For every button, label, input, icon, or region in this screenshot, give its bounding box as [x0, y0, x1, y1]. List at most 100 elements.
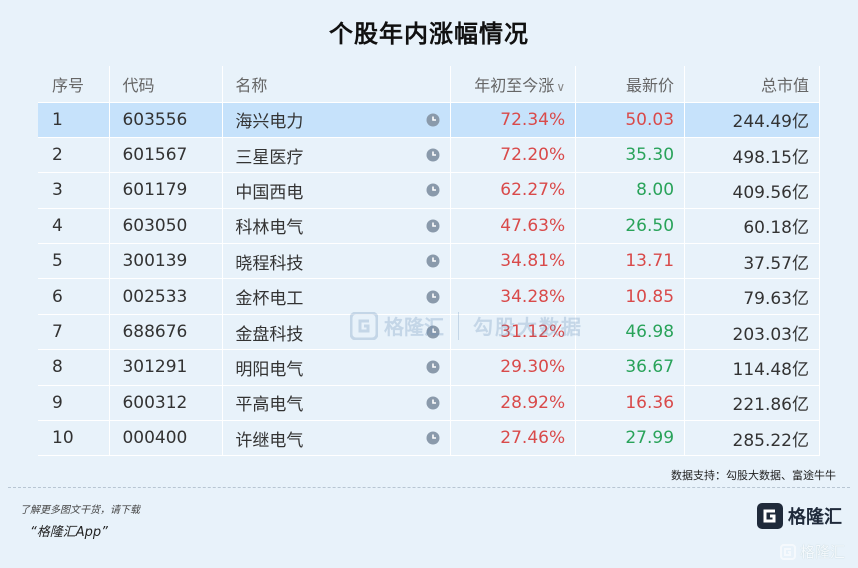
clock-icon[interactable]: [426, 148, 440, 162]
table-row[interactable]: 1 603556 海兴电力 72.34% 50.03 244.49亿: [38, 102, 820, 138]
cell-index: 5: [38, 243, 111, 280]
cell-code: 301291: [109, 349, 224, 386]
cell-change: 72.20%: [450, 137, 577, 174]
cell-market-cap: 244.49亿: [684, 102, 820, 138]
g-logo-icon: [757, 503, 783, 529]
cell-price: 16.36: [575, 385, 686, 422]
header-price[interactable]: 最新价: [575, 66, 686, 103]
stock-name: 中国西电: [235, 182, 304, 203]
cell-index: 8: [38, 349, 111, 386]
promo-line-1: 了解更多图文干货，请下载: [20, 505, 140, 516]
cell-price: 8.00: [575, 172, 686, 209]
cell-market-cap: 114.48亿: [684, 349, 820, 386]
clock-icon[interactable]: [426, 396, 440, 410]
watermark-corner: 格隆汇: [780, 541, 845, 562]
stock-name: 科林电气: [235, 218, 304, 239]
table-row[interactable]: 8 301291 明阳电气 29.30% 36.67 114.48亿: [38, 349, 820, 386]
cell-price: 27.99: [575, 420, 686, 457]
stock-name: 金盘科技: [235, 324, 304, 345]
cell-market-cap: 409.56亿: [684, 172, 820, 209]
table-row[interactable]: 7 688676 金盘科技 31.12% 46.98 203.03亿: [38, 314, 820, 351]
cell-market-cap: 285.22亿: [684, 420, 820, 457]
cell-market-cap: 79.63亿: [684, 278, 820, 315]
cell-name: 晓程科技: [222, 243, 452, 280]
cell-market-cap: 60.18亿: [684, 208, 820, 245]
cell-price: 46.98: [575, 314, 686, 351]
cell-index: 7: [38, 314, 111, 351]
table-row[interactable]: 9 600312 平高电气 28.92% 16.36 221.86亿: [38, 385, 820, 422]
stock-name: 海兴电力: [235, 112, 304, 133]
cell-change: 47.63%: [450, 208, 577, 245]
cell-name: 金杯电工: [222, 278, 452, 315]
cell-change: 29.30%: [450, 349, 577, 386]
cell-index: 6: [38, 278, 111, 315]
cell-name: 明阳电气: [222, 349, 452, 386]
cell-index: 3: [38, 172, 111, 209]
cell-price: 36.67: [575, 349, 686, 386]
clock-icon[interactable]: [426, 219, 440, 233]
table-row[interactable]: 4 603050 科林电气 47.63% 26.50 60.18亿: [38, 208, 820, 245]
stock-table: 序号 代码 名称 年初至今涨 ∨ 最新价 总市值 1 603556 海兴电力 72.34…: [38, 66, 820, 457]
cell-name: 科林电气: [222, 208, 452, 245]
table-row[interactable]: 5 300139 晓程科技 34.81% 13.71 37.57亿: [38, 243, 820, 280]
cell-price: 13.71: [575, 243, 686, 280]
cell-code: 601179: [109, 172, 224, 209]
g-logo-icon: [780, 543, 796, 560]
table-header-row: 序号 代码 名称 年初至今涨 ∨ 最新价 总市值: [38, 66, 820, 103]
data-source-note: 数据支持：勾股大数据、富途牛牛: [671, 469, 836, 482]
cell-change: 27.46%: [450, 420, 577, 457]
cell-code: 688676: [109, 314, 224, 351]
cell-name: 平高电气: [222, 385, 452, 422]
clock-icon[interactable]: [426, 113, 440, 127]
stock-name: 晓程科技: [235, 253, 304, 274]
stock-name: 三星医疗: [235, 147, 304, 168]
table-row[interactable]: 6 002533 金杯电工 34.28% 10.85 79.63亿: [38, 278, 820, 315]
clock-icon[interactable]: [426, 360, 440, 374]
cell-market-cap: 37.57亿: [684, 243, 820, 280]
cell-code: 601567: [109, 137, 224, 174]
header-change-label: 年初至今涨: [474, 75, 555, 95]
header-change-sort[interactable]: 年初至今涨 ∨: [450, 66, 577, 103]
cell-name: 金盘科技: [222, 314, 452, 351]
table-row[interactable]: 3 601179 中国西电 62.27% 8.00 409.56亿: [38, 172, 820, 209]
cell-code: 600312: [109, 385, 224, 422]
cell-price: 26.50: [575, 208, 686, 245]
cell-code: 002533: [109, 278, 224, 315]
cell-name: 海兴电力: [222, 102, 452, 138]
cell-name: 三星医疗: [222, 137, 452, 174]
table-row[interactable]: 2 601567 三星医疗 72.20% 35.30 498.15亿: [38, 137, 820, 174]
brand-logo: 格隆汇: [757, 503, 842, 529]
clock-icon[interactable]: [426, 183, 440, 197]
cell-code: 300139: [109, 243, 224, 280]
header-market-cap[interactable]: 总市值: [684, 66, 820, 103]
table-body: 1 603556 海兴电力 72.34% 50.03 244.49亿 2 601567 三星医疗…: [38, 102, 820, 457]
clock-icon[interactable]: [426, 325, 440, 339]
cell-index: 9: [38, 385, 111, 422]
cell-code: 000400: [109, 420, 224, 457]
header-name[interactable]: 名称: [222, 66, 452, 103]
cell-change: 34.28%: [450, 278, 577, 315]
cell-index: 4: [38, 208, 111, 245]
header-code[interactable]: 代码: [109, 66, 224, 103]
cell-change: 34.81%: [450, 243, 577, 280]
stock-name: 明阳电气: [235, 359, 304, 380]
cell-index: 2: [38, 137, 111, 174]
cell-index: 1: [38, 102, 111, 138]
cell-change: 72.34%: [450, 102, 577, 138]
cell-change: 31.12%: [450, 314, 577, 351]
cell-change: 28.92%: [450, 385, 577, 422]
header-index[interactable]: 序号: [38, 66, 111, 103]
cell-name: 中国西电: [222, 172, 452, 209]
clock-icon[interactable]: [426, 290, 440, 304]
logo-text: 格隆汇: [788, 507, 842, 528]
table-row[interactable]: 10 000400 许继电气 27.46% 27.99 285.22亿: [38, 420, 820, 457]
cell-price: 10.85: [575, 278, 686, 315]
stock-name: 平高电气: [235, 395, 304, 416]
clock-icon[interactable]: [426, 254, 440, 268]
cell-market-cap: 203.03亿: [684, 314, 820, 351]
cell-price: 35.30: [575, 137, 686, 174]
clock-icon[interactable]: [426, 431, 440, 445]
cell-change: 62.27%: [450, 172, 577, 209]
promo-line-2: “格隆汇App”: [30, 525, 108, 540]
cell-code: 603050: [109, 208, 224, 245]
